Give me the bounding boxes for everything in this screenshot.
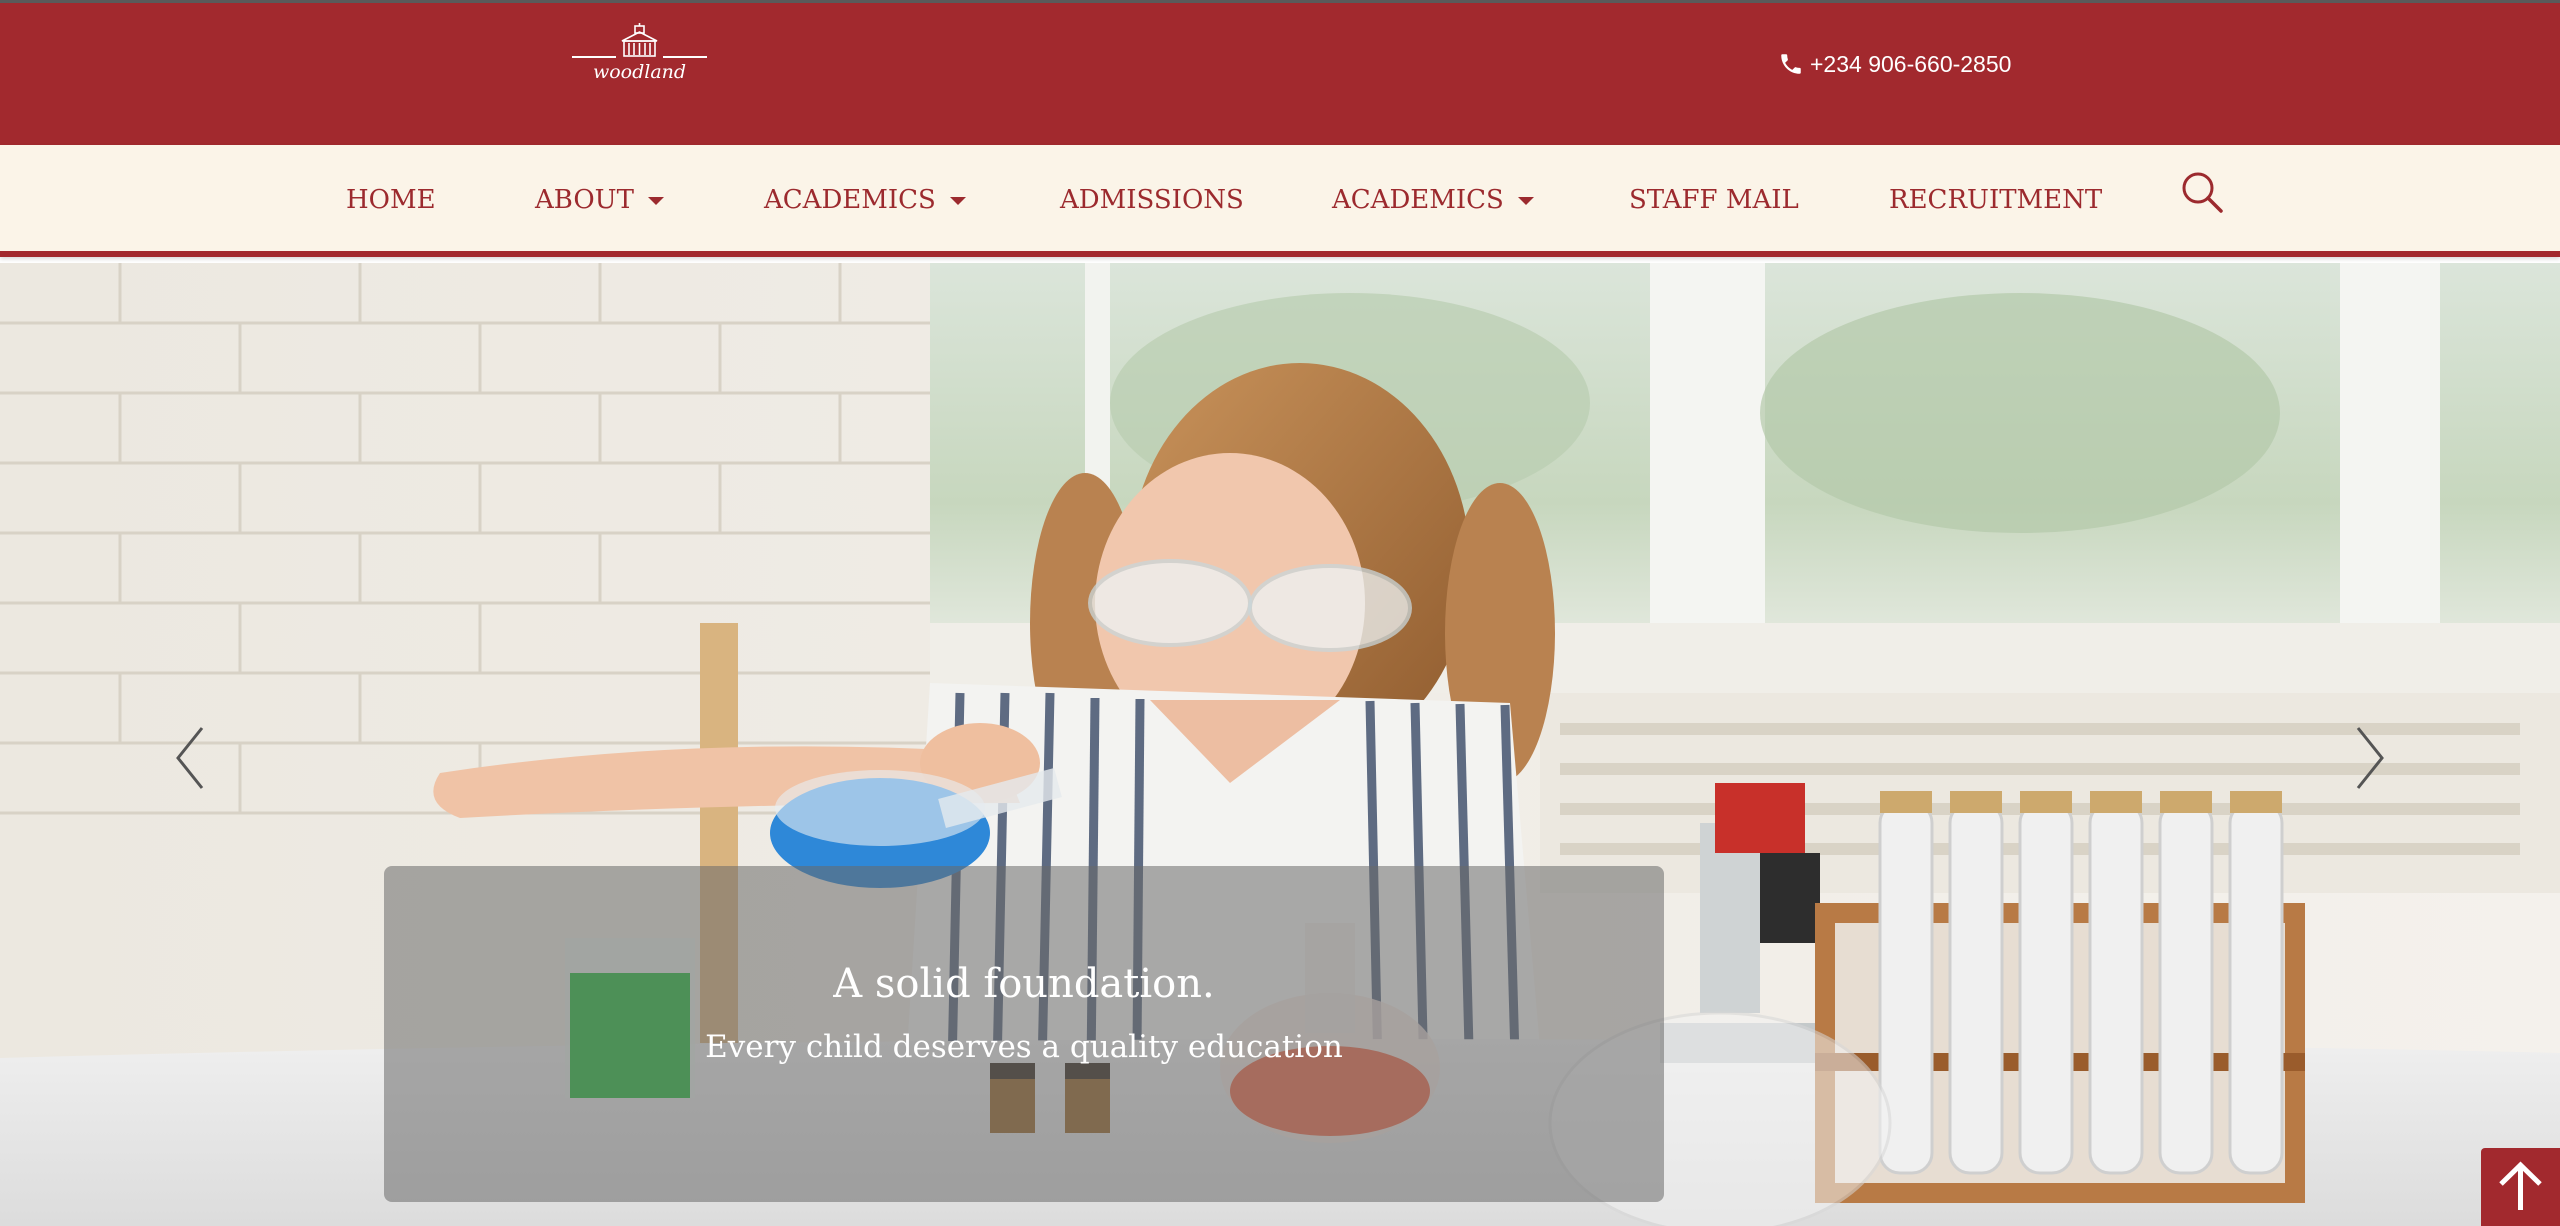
phone-contact[interactable]: +234 906-660-2850 [1778, 49, 2011, 79]
caret-down-icon [949, 197, 966, 205]
caret-down-icon [1517, 197, 1534, 205]
search-button[interactable] [2180, 170, 2224, 214]
nav-item-label: ADMISSIONS [1060, 185, 1244, 215]
nav-item-about[interactable]: ABOUT [535, 180, 664, 220]
nav-item-staff-mail[interactable]: STAFF MAIL [1629, 180, 1799, 220]
hero-caption: A solid foundation. Every child deserves… [384, 866, 1664, 1202]
chevron-left-icon [176, 727, 204, 789]
nav-item-label: ABOUT [535, 185, 634, 215]
scroll-to-top-button[interactable] [2481, 1148, 2560, 1226]
logo[interactable]: woodland [572, 23, 707, 89]
nav-item-recruitment[interactable]: RECRUITMENT [1889, 180, 2102, 220]
nav-item-label: ACADEMICS [764, 185, 936, 215]
school-building-icon [572, 23, 707, 58]
nav-item-label: STAFF MAIL [1629, 185, 1799, 215]
arrow-up-icon [2499, 1161, 2542, 1210]
nav-item-home[interactable]: HOME [346, 180, 436, 220]
logo-text: woodland [592, 61, 687, 83]
nav-item-academics[interactable]: ACADEMICS [764, 180, 966, 220]
phone-icon [1781, 54, 1801, 74]
carousel-prev-button[interactable] [162, 718, 222, 798]
caption-subtitle: Every child deserves a quality education [705, 1029, 1343, 1065]
search-icon [2182, 172, 2223, 213]
hero-carousel: A solid foundation. Every child deserves… [0, 263, 2560, 1226]
carousel-next-button[interactable] [2338, 718, 2398, 798]
nav-item-label: HOME [346, 185, 436, 215]
nav-item-admissions[interactable]: ADMISSIONS [1060, 180, 1244, 220]
caret-down-icon [647, 197, 664, 205]
nav-item-label: RECRUITMENT [1889, 185, 2103, 215]
nav-item-label: ACADEMICS [1332, 185, 1504, 215]
main-nav: HOME ABOUT ACADEMICS ADMISSIONS ACADEMIC… [0, 145, 2560, 257]
phone-number: +234 906-660-2850 [1810, 50, 2012, 77]
chevron-right-icon [2356, 727, 2384, 789]
nav-item-academics-2[interactable]: ACADEMICS [1332, 180, 1534, 220]
caption-title: A solid foundation. [833, 961, 1215, 1007]
top-bar: woodland +234 906-660-2850 [0, 0, 2560, 145]
